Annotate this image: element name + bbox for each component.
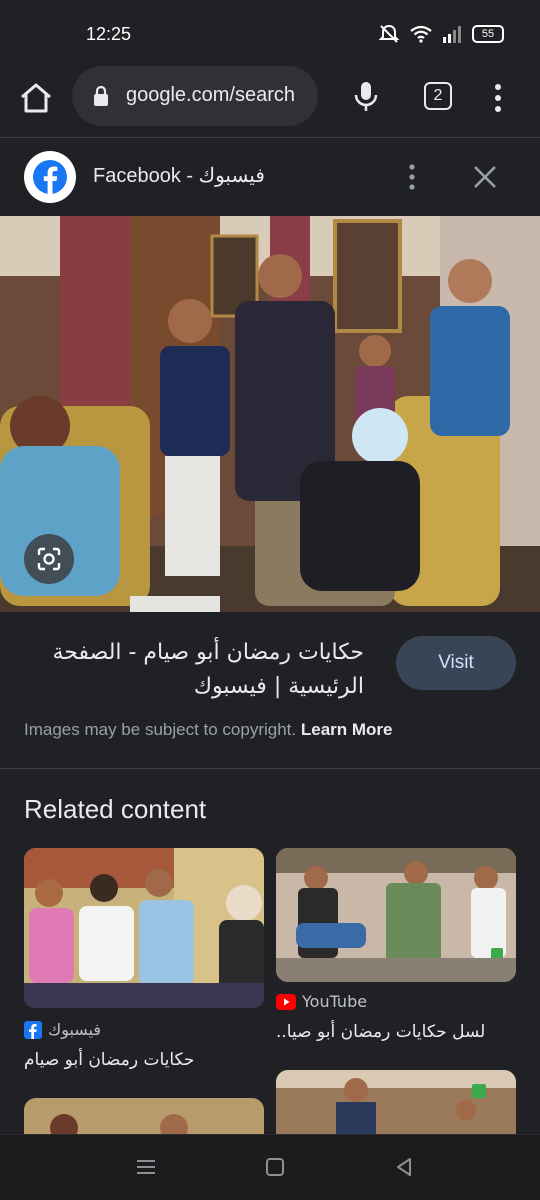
learn-more-link[interactable]: Learn More (301, 720, 393, 739)
tab-switcher-button[interactable]: 2 (424, 82, 452, 110)
recent-apps-icon[interactable] (136, 1157, 156, 1177)
more-options-icon[interactable] (400, 162, 424, 192)
related-card-title[interactable]: لسل حكايات رمضان أبو صيا.. (276, 1022, 496, 1042)
youtube-icon (276, 993, 296, 1010)
address-bar[interactable]: google.com/search (72, 66, 318, 126)
status-time: 12:25 (86, 24, 132, 44)
result-title[interactable]: حكايات رمضان أبو صيام - الصفحة الرئيسية … (24, 636, 364, 704)
divider (0, 768, 540, 769)
facebook-icon (24, 1020, 42, 1039)
facebook-logo-icon (24, 151, 76, 203)
lens-icon (37, 547, 61, 571)
home-nav-icon[interactable] (265, 1157, 285, 1177)
related-card-image[interactable] (276, 848, 516, 982)
browser-toolbar: google.com/search 2 (0, 62, 540, 138)
visit-button[interactable]: Visit (396, 636, 516, 690)
battery-indicator: 55 (472, 25, 504, 43)
status-icons: 55 (378, 24, 504, 44)
source-title: Facebook - فيسبوك (93, 165, 265, 187)
home-icon[interactable] (18, 80, 54, 116)
back-icon[interactable] (394, 1157, 414, 1177)
wifi-icon (410, 25, 432, 43)
status-bar: 12:25 55 (0, 0, 540, 62)
related-card-source: فيسبوك (24, 1020, 101, 1039)
microphone-icon[interactable] (352, 80, 380, 114)
system-navigation-bar (0, 1134, 540, 1200)
google-lens-button[interactable] (24, 534, 74, 584)
more-options-icon[interactable] (486, 80, 510, 116)
copyright-text: Images may be subject to copyright. (24, 720, 297, 739)
related-source-name: فيسبوك (48, 1020, 102, 1039)
close-icon[interactable] (470, 162, 500, 192)
copyright-notice: Images may be subject to copyright. Lear… (24, 720, 393, 740)
main-result-image[interactable] (0, 216, 540, 612)
url-text: google.com/search (126, 84, 295, 106)
related-card-image[interactable] (24, 848, 264, 1008)
lock-icon (94, 85, 108, 106)
signal-icon (443, 26, 461, 43)
related-card-image[interactable] (24, 1098, 264, 1134)
related-card-source: YouTube (276, 992, 367, 1011)
related-card-title[interactable]: حكايات رمضان أبو صيام (24, 1050, 264, 1070)
related-content-heading: Related content (24, 794, 207, 824)
related-source-name: YouTube (302, 992, 368, 1011)
related-card-image[interactable] (276, 1070, 516, 1134)
mute-icon (378, 24, 400, 43)
source-header: Facebook - فيسبوك (0, 138, 540, 216)
